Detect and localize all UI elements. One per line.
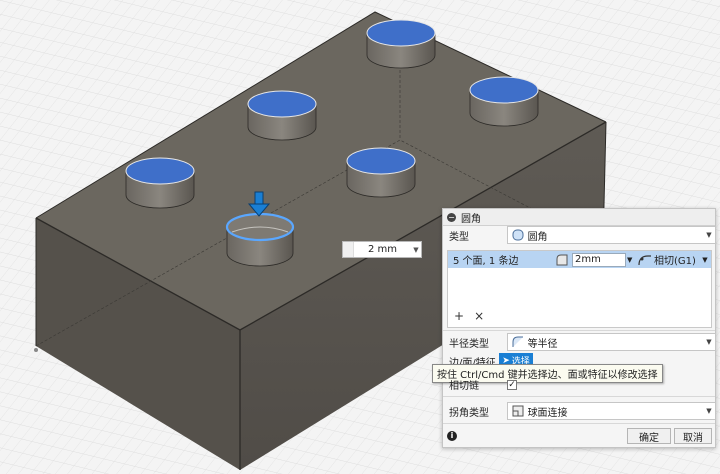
constant-radius-icon	[512, 336, 523, 347]
dialog-title: 圆角	[461, 213, 481, 225]
type-value: 圆角	[527, 231, 548, 243]
stud-selected-1[interactable]	[366, 19, 436, 69]
continuity-value[interactable]: 相切(G1)	[654, 252, 699, 267]
remove-selection-icon[interactable]: ×	[474, 309, 484, 323]
fillet-radius-icon	[556, 254, 568, 265]
corner-type-dropdown[interactable]: 球面连接 ▼	[506, 402, 716, 420]
radius-inline-value[interactable]: 2 mm	[354, 244, 411, 255]
add-selection-icon[interactable]: +	[454, 309, 464, 323]
tangent-chain-label: 相切链	[449, 381, 479, 392]
radius-type-value: 等半径	[527, 338, 558, 350]
chevron-down-icon[interactable]: ▼	[627, 256, 635, 264]
chevron-down-icon: ▼	[706, 231, 712, 239]
origin-marker	[34, 348, 38, 352]
radius-input[interactable]: 2mm	[572, 252, 626, 267]
collapse-icon[interactable]: −	[447, 212, 456, 222]
stud-edge-selected[interactable]	[225, 212, 295, 267]
radius-inline-input[interactable]: 2 mm ▼	[342, 241, 422, 258]
divider	[443, 396, 715, 397]
cancel-button[interactable]: 取消	[674, 428, 712, 444]
chevron-down-icon[interactable]: ▼	[699, 256, 711, 264]
stud-selected-5[interactable]	[125, 157, 195, 209]
divider	[443, 423, 715, 424]
fillet-type-icon	[512, 229, 524, 241]
stud-selected-2[interactable]	[469, 76, 539, 127]
info-icon[interactable]: i	[447, 431, 457, 441]
radius-type-dropdown[interactable]: 等半径 ▼	[506, 333, 716, 351]
stud-selected-4[interactable]	[346, 147, 416, 198]
selection-row[interactable]: 5 个面, 1 条边 2mm ▼ 相切(G1) ▼	[448, 251, 711, 268]
stepper-grip[interactable]	[343, 242, 354, 257]
selection-list[interactable]: 5 个面, 1 条边 2mm ▼ 相切(G1) ▼ + ×	[447, 250, 712, 328]
dialog-title-bar: − 圆角	[443, 209, 715, 226]
chevron-down-icon[interactable]: ▼	[411, 246, 421, 254]
tangent-chain-row: 相切链 ✓	[442, 377, 716, 392]
corner-type-row: 拐角类型 球面连接 ▼	[442, 402, 716, 420]
tangent-continuity-icon	[638, 254, 651, 265]
chevron-down-icon: ▼	[706, 407, 712, 415]
type-row: 类型 圆角 ▼	[442, 226, 716, 244]
divider	[443, 330, 715, 331]
corner-type-value: 球面连接	[527, 407, 568, 419]
type-dropdown[interactable]: 圆角 ▼	[506, 226, 716, 244]
selection-count: 5 个面, 1 条边	[453, 256, 519, 267]
tangent-chain-checkbox[interactable]: ✓	[507, 379, 517, 390]
type-label: 类型	[449, 231, 469, 243]
radius-type-label: 半径类型	[449, 338, 489, 350]
radius-type-row: 半径类型 等半径 ▼	[442, 333, 716, 351]
corner-type-label: 拐角类型	[449, 407, 489, 419]
setback-corner-icon	[512, 405, 524, 417]
chevron-down-icon: ▼	[706, 338, 712, 346]
stud-selected-3[interactable]	[247, 90, 317, 141]
ok-button[interactable]: 确定	[627, 428, 671, 444]
